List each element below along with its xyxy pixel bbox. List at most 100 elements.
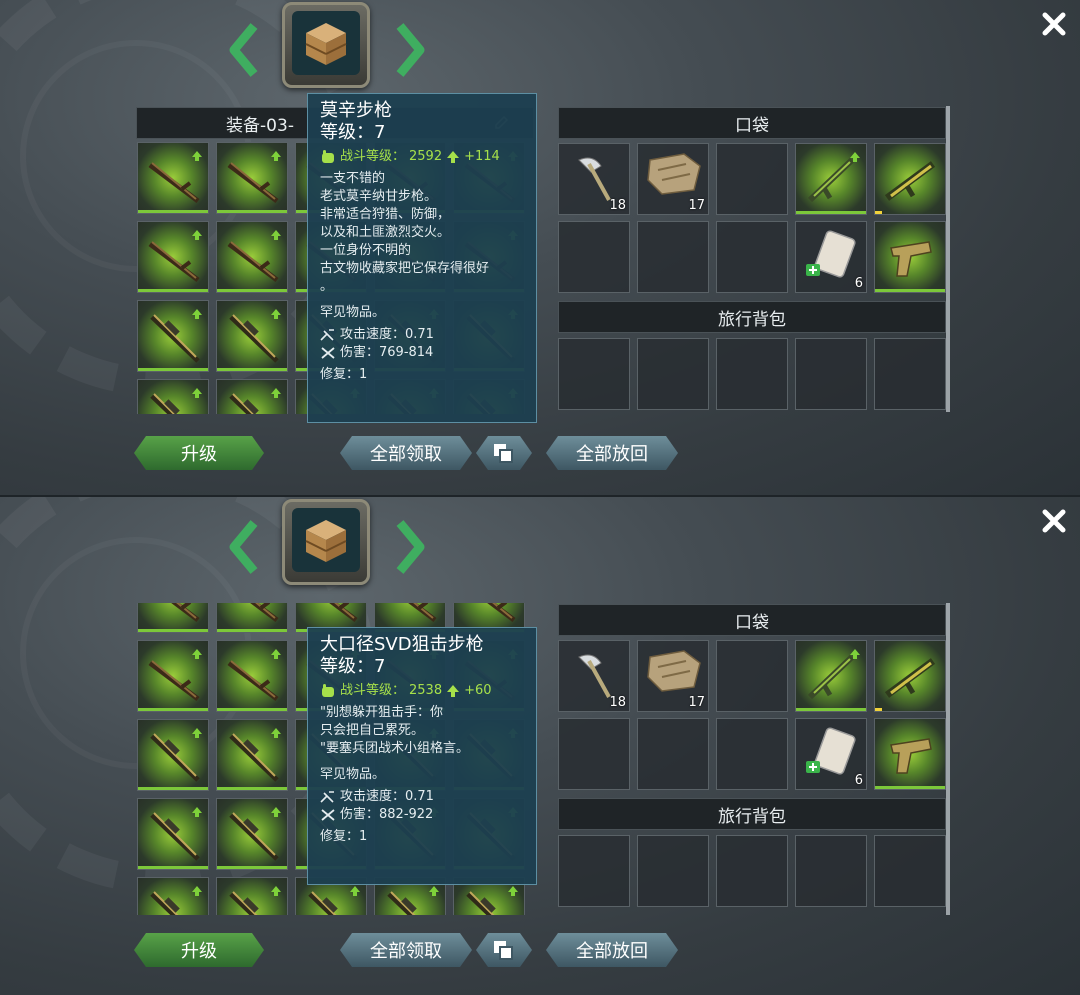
pocket-slot[interactable]: 17 <box>637 640 709 712</box>
attack-speed-value: 攻击速度：0.71 <box>340 327 434 342</box>
pocket-slot[interactable] <box>874 718 946 790</box>
weapon-slot[interactable] <box>137 142 209 214</box>
pocket-slot[interactable] <box>716 143 788 215</box>
weapon-slot[interactable] <box>216 142 288 214</box>
pocket-slot[interactable] <box>716 640 788 712</box>
upgrade-arrow-icon <box>191 724 203 743</box>
upgrade-button[interactable]: 升级 <box>134 933 264 967</box>
close-button[interactable] <box>1038 8 1070 40</box>
backpack-slot[interactable] <box>795 835 867 907</box>
damage-icon <box>321 347 335 359</box>
pocket-slot[interactable]: 17 <box>637 143 709 215</box>
weapon-slot[interactable] <box>216 603 288 633</box>
backpack-slot[interactable] <box>874 835 946 907</box>
durability-bar <box>138 210 208 213</box>
backpack-slot[interactable] <box>716 835 788 907</box>
combat-power: 战斗等级： 2592 +114 <box>320 148 526 166</box>
pocket-header: 口袋 <box>558 107 946 139</box>
weapon-slot[interactable] <box>216 640 288 712</box>
pocket-slot[interactable] <box>795 640 867 712</box>
weapon-slot[interactable] <box>137 640 209 712</box>
weapon-slot[interactable] <box>216 877 288 915</box>
item-count: 18 <box>609 198 626 213</box>
next-container-arrow[interactable] <box>392 22 426 78</box>
weapon-slot[interactable] <box>137 603 209 633</box>
weapon-slot[interactable] <box>216 221 288 293</box>
backpack-header: 旅行背包 <box>558 301 946 333</box>
backpack-slot[interactable] <box>558 338 630 410</box>
attack-speed-icon <box>320 329 334 341</box>
weapon-slot[interactable] <box>216 798 288 870</box>
pocket-slot[interactable]: 6 <box>795 221 867 293</box>
bandage-icon <box>802 228 862 288</box>
upgrade-button[interactable]: 升级 <box>134 436 264 470</box>
weapon-slot[interactable] <box>137 719 209 791</box>
damage-value: 伤害：882-922 <box>340 807 434 822</box>
weapon-slot[interactable] <box>216 379 288 414</box>
next-container-arrow[interactable] <box>392 519 426 575</box>
weapon-slot[interactable] <box>137 221 209 293</box>
pocket-slot[interactable]: 6 <box>795 718 867 790</box>
durability-bar <box>138 289 208 292</box>
previous-container-arrow[interactable] <box>228 22 262 78</box>
backpack-slot[interactable] <box>558 835 630 907</box>
stack-button[interactable] <box>476 436 532 470</box>
backpack-slot[interactable] <box>874 338 946 410</box>
durability-bar <box>875 786 945 789</box>
weapon-slot[interactable] <box>216 300 288 372</box>
pocket-slot[interactable] <box>795 143 867 215</box>
pocket-slot[interactable] <box>874 143 946 215</box>
upgrade-arrow-icon <box>191 882 203 901</box>
attack-speed-stat: 攻击速度：0.71 <box>320 326 526 344</box>
durability-bar <box>138 708 208 711</box>
pocket-slot[interactable] <box>716 221 788 293</box>
close-button[interactable] <box>1038 505 1070 537</box>
pocket-slot[interactable] <box>558 221 630 293</box>
gold-rifle-icon <box>881 647 941 711</box>
item-name: 大口径SVD狙击步枪 <box>320 634 484 655</box>
combat-power: 战斗等级： 2538 +60 <box>320 682 526 700</box>
item-description: 一支不错的 老式莫辛纳甘步枪。 非常适合狩猎、防御， 以及和土匪激烈交火。 一位… <box>320 171 490 294</box>
pocket-slot[interactable]: 18 <box>558 640 630 712</box>
weapon-slot[interactable] <box>216 719 288 791</box>
pocket-slot[interactable] <box>637 221 709 293</box>
pocket-slot[interactable]: 18 <box>558 143 630 215</box>
pocket-slot[interactable] <box>874 221 946 293</box>
upgrade-arrow-icon <box>270 226 282 245</box>
bandage-icon <box>802 725 862 785</box>
durability-bar <box>138 866 208 869</box>
scrollbar[interactable] <box>946 106 950 412</box>
take-all-button[interactable]: 全部领取 <box>340 933 472 967</box>
attack-speed-stat: 攻击速度：0.71 <box>320 788 526 806</box>
weapon-slot[interactable] <box>137 379 209 414</box>
backpack-slot[interactable] <box>716 338 788 410</box>
upgrade-arrow-icon <box>191 384 203 403</box>
pocket-slot[interactable] <box>558 718 630 790</box>
take-all-button[interactable]: 全部领取 <box>340 436 472 470</box>
pocket-slot[interactable] <box>716 718 788 790</box>
weapon-slot[interactable] <box>137 300 209 372</box>
scrollbar[interactable] <box>946 603 950 915</box>
previous-container-arrow[interactable] <box>228 519 262 575</box>
upgrade-arrow-icon <box>270 724 282 743</box>
backpack-slot[interactable] <box>795 338 867 410</box>
return-all-button[interactable]: 全部放回 <box>546 436 678 470</box>
durability-bar <box>796 708 866 711</box>
return-all-button[interactable]: 全部放回 <box>546 933 678 967</box>
pistol-icon <box>881 725 941 789</box>
stack-button[interactable] <box>476 933 532 967</box>
weapon-slot[interactable] <box>137 877 209 915</box>
durability-bar <box>217 289 287 292</box>
upgrade-arrow-icon <box>191 803 203 822</box>
weapon-slot[interactable] <box>137 798 209 870</box>
upgrade-arrow-icon <box>270 305 282 324</box>
backpack-slot[interactable] <box>637 835 709 907</box>
fist-icon <box>322 150 334 163</box>
backpack-slot[interactable] <box>637 338 709 410</box>
loadout-label: 装备-03- <box>226 115 294 136</box>
damage-stat: 伤害：769-814 <box>320 344 526 362</box>
repair-stat: 修复：1 <box>320 829 368 844</box>
durability-bar <box>217 708 287 711</box>
pocket-slot[interactable] <box>637 718 709 790</box>
pocket-slot[interactable] <box>874 640 946 712</box>
